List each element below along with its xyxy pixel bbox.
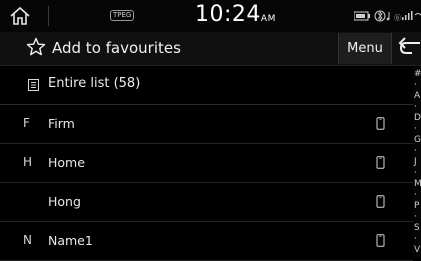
- music-note-icon: [386, 12, 390, 21]
- index-char[interactable]: D: [414, 114, 421, 123]
- bluetooth-phone-icon: [374, 10, 386, 22]
- contact-row[interactable]: F Firm: [0, 105, 413, 144]
- page-title: Add to favourites: [52, 39, 181, 57]
- index-char[interactable]: ·: [414, 169, 417, 178]
- entire-list-label: Entire list (58): [48, 76, 141, 91]
- svg-text:ⓑ: ⓑ: [394, 14, 401, 22]
- index-char[interactable]: ·: [414, 191, 417, 200]
- battery-icon: [354, 11, 370, 21]
- index-char[interactable]: #: [414, 70, 421, 79]
- contact-row[interactable]: Hong: [0, 183, 413, 222]
- index-char[interactable]: ·: [414, 81, 417, 90]
- back-icon[interactable]: [396, 37, 421, 59]
- index-char[interactable]: ·: [414, 103, 417, 112]
- wifi-icon: [414, 13, 421, 16]
- index-char[interactable]: P: [414, 202, 419, 211]
- clock-time: 10:24: [195, 2, 261, 27]
- index-char[interactable]: ·: [414, 125, 417, 134]
- index-char[interactable]: ·: [414, 213, 417, 222]
- index-char[interactable]: S: [414, 224, 420, 233]
- menu-button[interactable]: Menu: [338, 33, 392, 64]
- contact-row[interactable]: N Name1: [0, 222, 413, 261]
- contact-row[interactable]: H Home: [0, 144, 413, 183]
- status-icons: ⓑ: [354, 10, 421, 22]
- contact-name: Firm: [48, 116, 75, 131]
- mobile-phone-icon: [376, 156, 385, 169]
- alphabet-index[interactable]: # · A · D · G · J · M · P · S · V: [413, 66, 421, 258]
- mobile-phone-icon: [376, 234, 385, 247]
- index-char[interactable]: J: [414, 158, 417, 167]
- index-letter: H: [23, 155, 33, 169]
- contact-name: Name1: [48, 233, 93, 248]
- contact-name: Hong: [48, 194, 81, 209]
- status-bar: TPEG 10:24AM ⓑ: [0, 0, 421, 32]
- mobile-phone-icon: [376, 117, 385, 130]
- index-letter: F: [23, 116, 30, 130]
- index-char[interactable]: ·: [414, 235, 417, 244]
- home-icon[interactable]: [9, 5, 31, 27]
- index-letter: N: [23, 233, 32, 247]
- contact-name: Home: [48, 155, 85, 170]
- index-char[interactable]: M: [414, 180, 421, 189]
- clock-ampm: AM: [260, 14, 276, 24]
- signal-icon: ⓑ: [394, 11, 413, 22]
- index-char[interactable]: V: [414, 246, 420, 255]
- tpeg-badge: TPEG: [110, 10, 135, 21]
- index-char[interactable]: A: [414, 92, 420, 101]
- mobile-phone-icon: [376, 195, 385, 208]
- index-char[interactable]: G: [414, 136, 421, 145]
- star-icon: [26, 37, 46, 56]
- list-icon: [28, 79, 39, 91]
- status-divider: [48, 6, 49, 26]
- clock: 10:24AM: [195, 2, 276, 27]
- index-char[interactable]: ·: [414, 147, 417, 156]
